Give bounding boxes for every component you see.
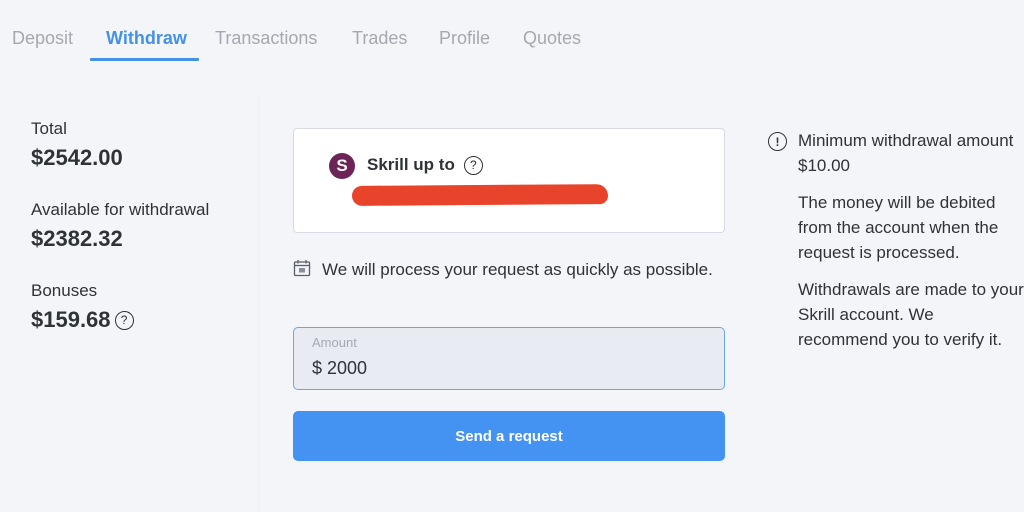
bonuses-value: $159.68 ? — [31, 306, 209, 334]
total-amount: $2542.00 — [31, 145, 123, 170]
active-tab-indicator — [90, 58, 199, 61]
alert-circle-icon: ! — [768, 132, 787, 151]
available-value: $2382.32 — [31, 225, 209, 253]
withdrawal-info: ! Minimum withdrawal amount $10.00 The m… — [768, 128, 1024, 352]
amount-value[interactable]: $ 2000 — [312, 358, 367, 379]
tab-transactions[interactable]: Transactions — [215, 28, 317, 49]
tab-quotes[interactable]: Quotes — [523, 28, 581, 49]
available-label: Available for withdrawal — [31, 200, 210, 219]
bonuses-balance: Bonuses $159.68 ? — [31, 280, 209, 334]
tab-deposit[interactable]: Deposit — [12, 28, 73, 49]
tab-trades[interactable]: Trades — [352, 28, 407, 49]
redacted-limit — [351, 184, 609, 206]
processing-notice-text: We will process your request as quickly … — [322, 260, 713, 279]
bonuses-label: Bonuses — [31, 281, 98, 300]
minimum-withdrawal-row: ! Minimum withdrawal amount $10.00 — [768, 128, 1024, 178]
minimum-withdrawal-text: Minimum withdrawal amount $10.00 — [798, 131, 1014, 175]
balance-summary: Total $2542.00 Available for withdrawal … — [31, 118, 209, 361]
total-balance: Total $2542.00 — [31, 118, 209, 172]
tab-bar: Deposit Withdraw Transactions Trades Pro… — [0, 0, 1024, 62]
skrill-verify-note: Withdrawals are made to your Skrill acco… — [798, 280, 1024, 349]
help-icon[interactable]: ? — [463, 155, 483, 175]
bonuses-amount: $159.68 — [31, 307, 111, 332]
tab-withdraw[interactable]: Withdraw — [106, 28, 187, 49]
available-amount: $2382.32 — [31, 226, 123, 251]
help-icon[interactable]: ? — [114, 310, 134, 330]
skrill-logo-icon: S — [329, 153, 355, 179]
amount-input[interactable]: Amount $ 2000 — [293, 327, 725, 390]
processing-notice: We will process your request as quickly … — [293, 257, 713, 282]
total-value: $2542.00 — [31, 144, 209, 172]
total-label: Total — [31, 119, 67, 138]
debit-note: The money will be debited from the accou… — [798, 193, 999, 262]
send-request-button[interactable]: Send a request — [293, 411, 725, 461]
payment-method-card[interactable]: S Skrill up to ? — [293, 128, 725, 233]
payment-method-title: Skrill up to ? — [367, 155, 483, 175]
amount-label: Amount — [312, 335, 357, 350]
column-divider — [258, 96, 259, 512]
tab-profile[interactable]: Profile — [439, 28, 490, 49]
payment-method-label: Skrill up to — [367, 155, 455, 174]
calendar-icon — [293, 260, 311, 277]
available-balance: Available for withdrawal $2382.32 — [31, 199, 209, 253]
